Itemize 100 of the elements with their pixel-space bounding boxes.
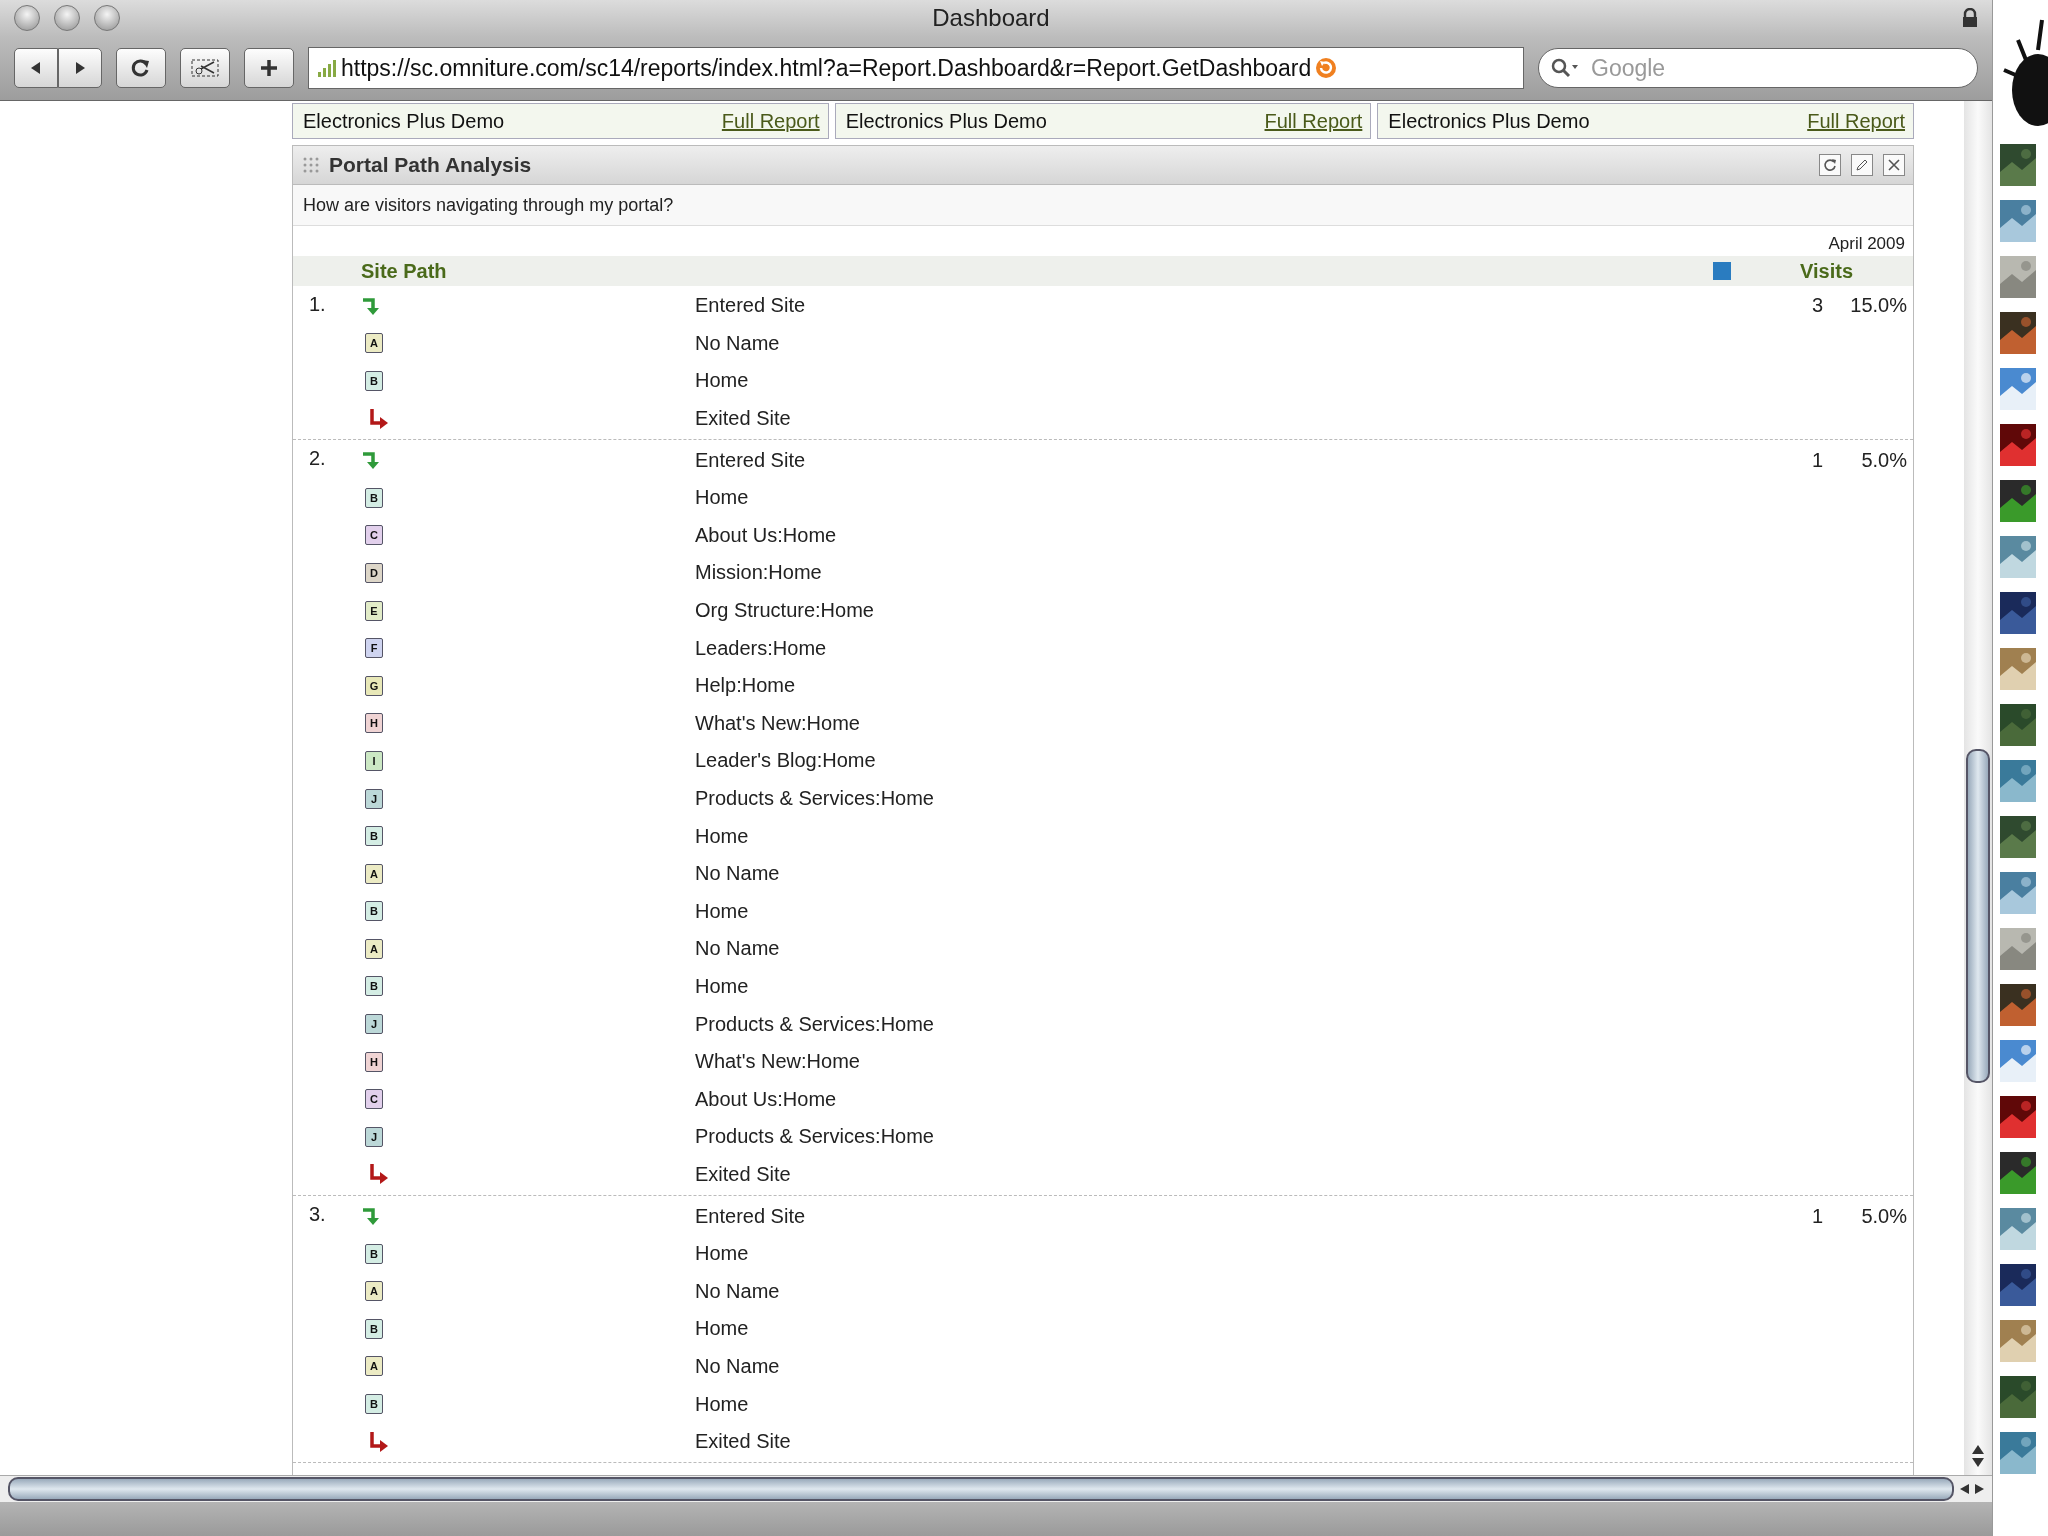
- step-label: Home: [695, 899, 750, 923]
- step-letter: D: [365, 562, 383, 583]
- drag-handle-icon[interactable]: [303, 157, 319, 173]
- step-label: No Name: [695, 1354, 781, 1378]
- forward-button[interactable]: [58, 48, 102, 88]
- path-rank: 1.: [308, 292, 327, 316]
- visit-share: 15.0%: [1849, 294, 1908, 318]
- lock-icon: [1962, 8, 1978, 28]
- step-label: Leader's Blog:Home: [695, 749, 877, 773]
- report-period: April 2009: [1827, 233, 1906, 255]
- step-letter: H: [365, 713, 383, 734]
- visit-count: 1: [1810, 1204, 1823, 1228]
- step-label: Entered Site: [695, 294, 807, 318]
- step-label: Products & Services:Home: [695, 1125, 935, 1149]
- step-letter: F: [365, 638, 383, 659]
- step-letter: C: [365, 1089, 383, 1110]
- snippet-button[interactable]: [180, 48, 230, 88]
- step-letter: B: [365, 976, 383, 997]
- step-label: Help:Home: [695, 674, 797, 698]
- plus-icon: [260, 59, 278, 77]
- scroll-right-icon: [1975, 1484, 1984, 1494]
- step-letter: A: [365, 863, 383, 884]
- step-label: What's New:Home: [695, 1050, 861, 1074]
- close-button[interactable]: [1883, 154, 1905, 176]
- pencil-icon: [1855, 158, 1869, 172]
- rss-bars-icon: [317, 58, 337, 78]
- scroll-down-icon: [1972, 1458, 1984, 1467]
- step-letter: J: [365, 788, 383, 809]
- step-label: Entered Site: [695, 1204, 807, 1228]
- step-label: Mission:Home: [695, 561, 823, 585]
- reload-icon: [131, 58, 151, 78]
- visit-count: 3: [1810, 294, 1823, 318]
- visit-share: 5.0%: [1860, 448, 1908, 472]
- path-rank: 3.: [308, 1202, 327, 1227]
- step-letter: A: [365, 333, 383, 354]
- window-title: Dashboard: [931, 4, 1051, 32]
- step-label: About Us:Home: [695, 523, 838, 547]
- step-letter: C: [365, 525, 383, 546]
- step-label: Exited Site: [695, 1162, 792, 1186]
- step-label: Home: [695, 975, 750, 998]
- step-letter: B: [365, 1318, 383, 1339]
- step-label: Home: [695, 1317, 750, 1341]
- refresh-button[interactable]: [1819, 154, 1841, 176]
- edit-button[interactable]: [1851, 154, 1873, 176]
- step-letter: I: [365, 750, 383, 771]
- step-letter: B: [365, 371, 383, 391]
- step-label: About Us:Home: [695, 1087, 838, 1111]
- search-field[interactable]: Google: [1538, 48, 1978, 88]
- scroll-up-icon: [1972, 1445, 1984, 1454]
- column-header: Site Path: [361, 259, 448, 283]
- step-label: Leaders:Home: [695, 636, 828, 660]
- column-header: Visits: [1799, 259, 1854, 283]
- visit-share: 5.0%: [1860, 1204, 1908, 1228]
- step-letter: B: [365, 1394, 383, 1414]
- back-button[interactable]: [14, 48, 58, 88]
- step-label: No Name: [695, 862, 781, 886]
- legend-swatch-icon: [1713, 262, 1731, 280]
- reload-button[interactable]: [116, 48, 166, 88]
- step-letter: B: [365, 901, 383, 922]
- refresh-icon: [1823, 158, 1837, 172]
- report-title: Electronics Plus Demo: [1388, 109, 1590, 133]
- step-label: No Name: [695, 331, 781, 355]
- step-letter: G: [365, 675, 383, 696]
- snapback-icon[interactable]: [1315, 57, 1338, 79]
- step-letter: A: [365, 1281, 383, 1302]
- step-letter: E: [365, 600, 383, 621]
- visit-count: 1: [1810, 448, 1823, 472]
- search-icon: [1550, 57, 1580, 79]
- step-letter: J: [365, 1126, 383, 1147]
- step-label: Home: [695, 824, 750, 848]
- step-label: What's New:Home: [695, 711, 861, 735]
- step-letter: B: [365, 1243, 383, 1264]
- panel-title: Portal Path Analysis: [329, 153, 533, 177]
- step-label: Products & Services:Home: [695, 1012, 935, 1036]
- report-title: Electronics Plus Demo: [845, 109, 1047, 133]
- report-title: Electronics Plus Demo: [303, 109, 505, 133]
- step-label: Home: [695, 1242, 750, 1266]
- minimize-window-button[interactable]: [54, 5, 80, 31]
- zoom-window-button[interactable]: [94, 5, 120, 31]
- step-label: Exited Site: [695, 1430, 792, 1454]
- full-report-link[interactable]: Full Report: [1264, 109, 1363, 133]
- add-bookmark-button[interactable]: [244, 48, 294, 88]
- step-label: Entered Site: [695, 448, 807, 472]
- step-letter: J: [365, 1014, 383, 1035]
- full-report-link[interactable]: Full Report: [1807, 109, 1905, 133]
- step-label: No Name: [695, 937, 781, 961]
- scroll-thumb[interactable]: [1966, 749, 1990, 1083]
- step-letter: B: [365, 487, 383, 508]
- step-letter: H: [365, 1051, 383, 1072]
- scissors-icon: [190, 58, 220, 78]
- step-label: Exited Site: [695, 407, 792, 431]
- address-field[interactable]: https://sc.omniture.com/sc14/reports/index.html?a=Report.Dashboard&r=Report.GetDashboard: [308, 47, 1524, 89]
- close-icon: [1887, 158, 1901, 172]
- step-letter: A: [365, 938, 383, 959]
- step-label: No Name: [695, 1279, 781, 1303]
- panel-question: How are visitors navigating through my portal?: [293, 185, 1913, 226]
- step-label: Home: [695, 486, 750, 510]
- close-window-button[interactable]: [14, 5, 40, 31]
- full-report-link[interactable]: Full Report: [721, 109, 820, 133]
- step-label: Home: [695, 1392, 750, 1416]
